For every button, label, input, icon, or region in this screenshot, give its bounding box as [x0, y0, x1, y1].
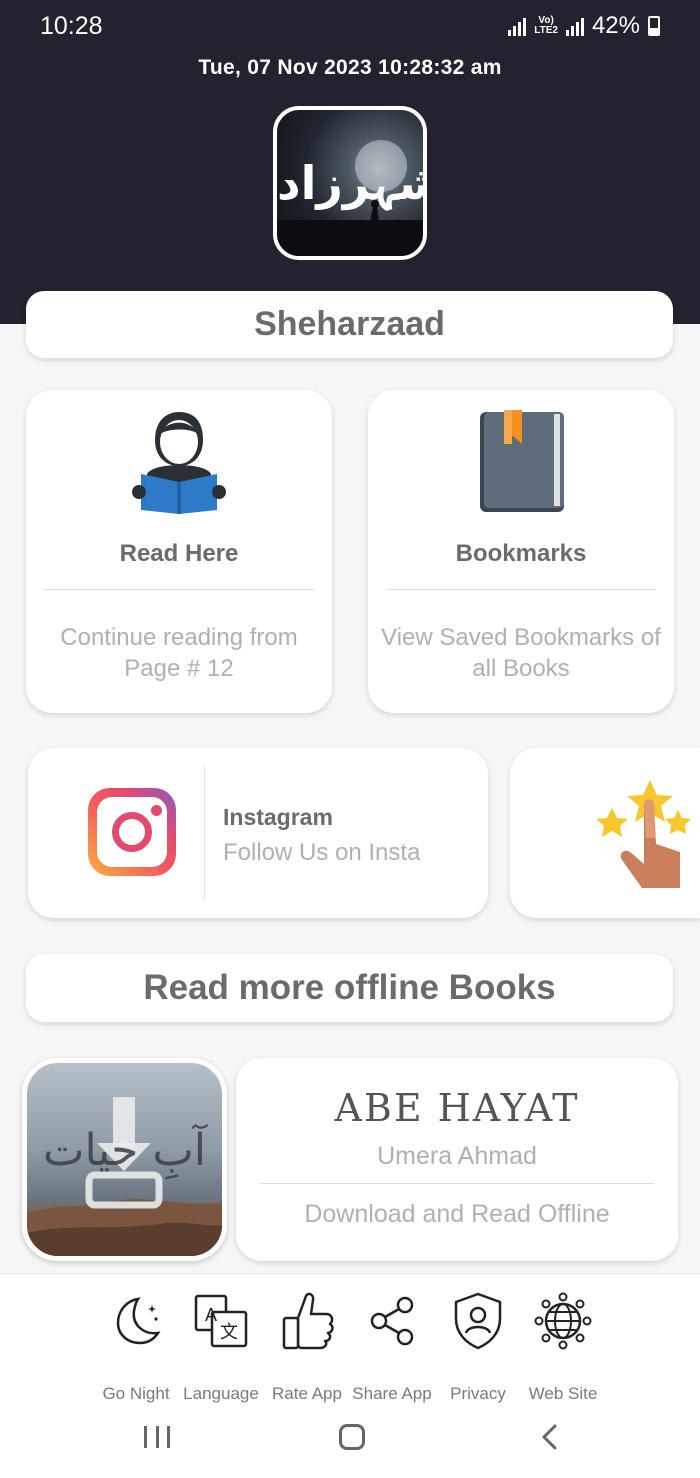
book-bookmark-icon — [368, 410, 674, 512]
section-title-card: Read more offline Books — [26, 954, 673, 1022]
nav-label: Web Site — [528, 1384, 598, 1403]
status-indicators: Vo) LTE2 42% — [508, 12, 660, 40]
bookmarks-subtitle: View Saved Bookmarks of all Books — [381, 624, 661, 682]
shield-user-icon — [435, 1288, 521, 1354]
app-title-card: Sheharzaad — [26, 291, 673, 358]
signal-icon-2 — [565, 16, 584, 36]
nav-rate-app[interactable]: Rate App — [264, 1288, 350, 1403]
instagram-card[interactable]: Instagram Follow Us on Insta — [28, 748, 488, 918]
bookmarks-title: Bookmarks — [455, 540, 587, 567]
download-read-offline[interactable]: Download and Read Offline — [236, 1200, 678, 1229]
divider — [386, 589, 656, 590]
divider — [260, 1183, 654, 1184]
date-time: Tue, 07 Nov 2023 10:28:32 am — [198, 56, 502, 79]
recent-apps-icon[interactable] — [144, 1426, 170, 1448]
book-title: ABE HAYAT — [334, 1086, 580, 1130]
instagram-icon — [88, 788, 176, 876]
nav-web-site[interactable]: Web Site — [520, 1288, 606, 1403]
share-icon — [349, 1288, 435, 1354]
nav-go-night[interactable]: Go Night — [93, 1288, 179, 1403]
reader-icon — [26, 410, 332, 514]
battery-icon — [648, 16, 660, 36]
read-here-title: Read Here — [119, 540, 239, 567]
rate-us-card[interactable] — [510, 748, 700, 918]
translate-icon: A 文 — [178, 1288, 264, 1354]
app-title: Sheharzaad — [254, 305, 445, 343]
divider — [204, 766, 205, 900]
section-title: Read more offline Books — [143, 968, 556, 1007]
divider — [44, 589, 314, 590]
logo-text: شہرزاد — [277, 156, 423, 210]
nav-language[interactable]: A 文 Language — [178, 1288, 264, 1403]
book-info-card[interactable]: ABE HAYAT Umera Ahmad Download and Read … — [236, 1058, 678, 1261]
back-icon[interactable] — [540, 1424, 560, 1450]
nav-privacy[interactable]: Privacy — [435, 1288, 521, 1403]
svg-text:A: A — [205, 1305, 217, 1325]
home-icon[interactable] — [339, 1424, 365, 1450]
cover-text: آبِ حیات — [43, 1125, 206, 1176]
battery-percent: 42% — [591, 12, 640, 39]
read-here-subtitle: Continue reading from Page # 12 — [60, 624, 298, 682]
nav-share-app[interactable]: Share App — [349, 1288, 435, 1403]
globe-icon — [520, 1288, 606, 1354]
status-bar: 10:28 Vo) LTE2 42% — [0, 0, 700, 56]
system-nav-bar — [0, 1408, 700, 1478]
signal-icon — [508, 16, 527, 36]
thumbs-up-icon — [264, 1288, 350, 1354]
instagram-subtitle: Follow Us on Insta — [223, 839, 421, 866]
book-author: Umera Ahmad — [377, 1142, 537, 1170]
status-time: 10:28 — [40, 12, 103, 40]
read-here-card[interactable]: Read Here Continue reading from Page # 1… — [26, 390, 332, 713]
header: 10:28 Vo) LTE2 42% Tue, 07 Nov 2023 10:28… — [0, 0, 700, 324]
bookmarks-card[interactable]: Bookmarks View Saved Bookmarks of all Bo… — [368, 390, 674, 713]
stars-hand-icon — [596, 780, 691, 888]
instagram-title: Instagram — [223, 804, 333, 830]
volte-icon: Vo) LTE2 — [534, 15, 558, 36]
svg-text:文: 文 — [220, 1322, 238, 1343]
app-logo: شہرزاد — [273, 106, 427, 260]
book-cover[interactable]: آبِ حیات — [22, 1058, 227, 1261]
moon-icon — [93, 1288, 179, 1354]
